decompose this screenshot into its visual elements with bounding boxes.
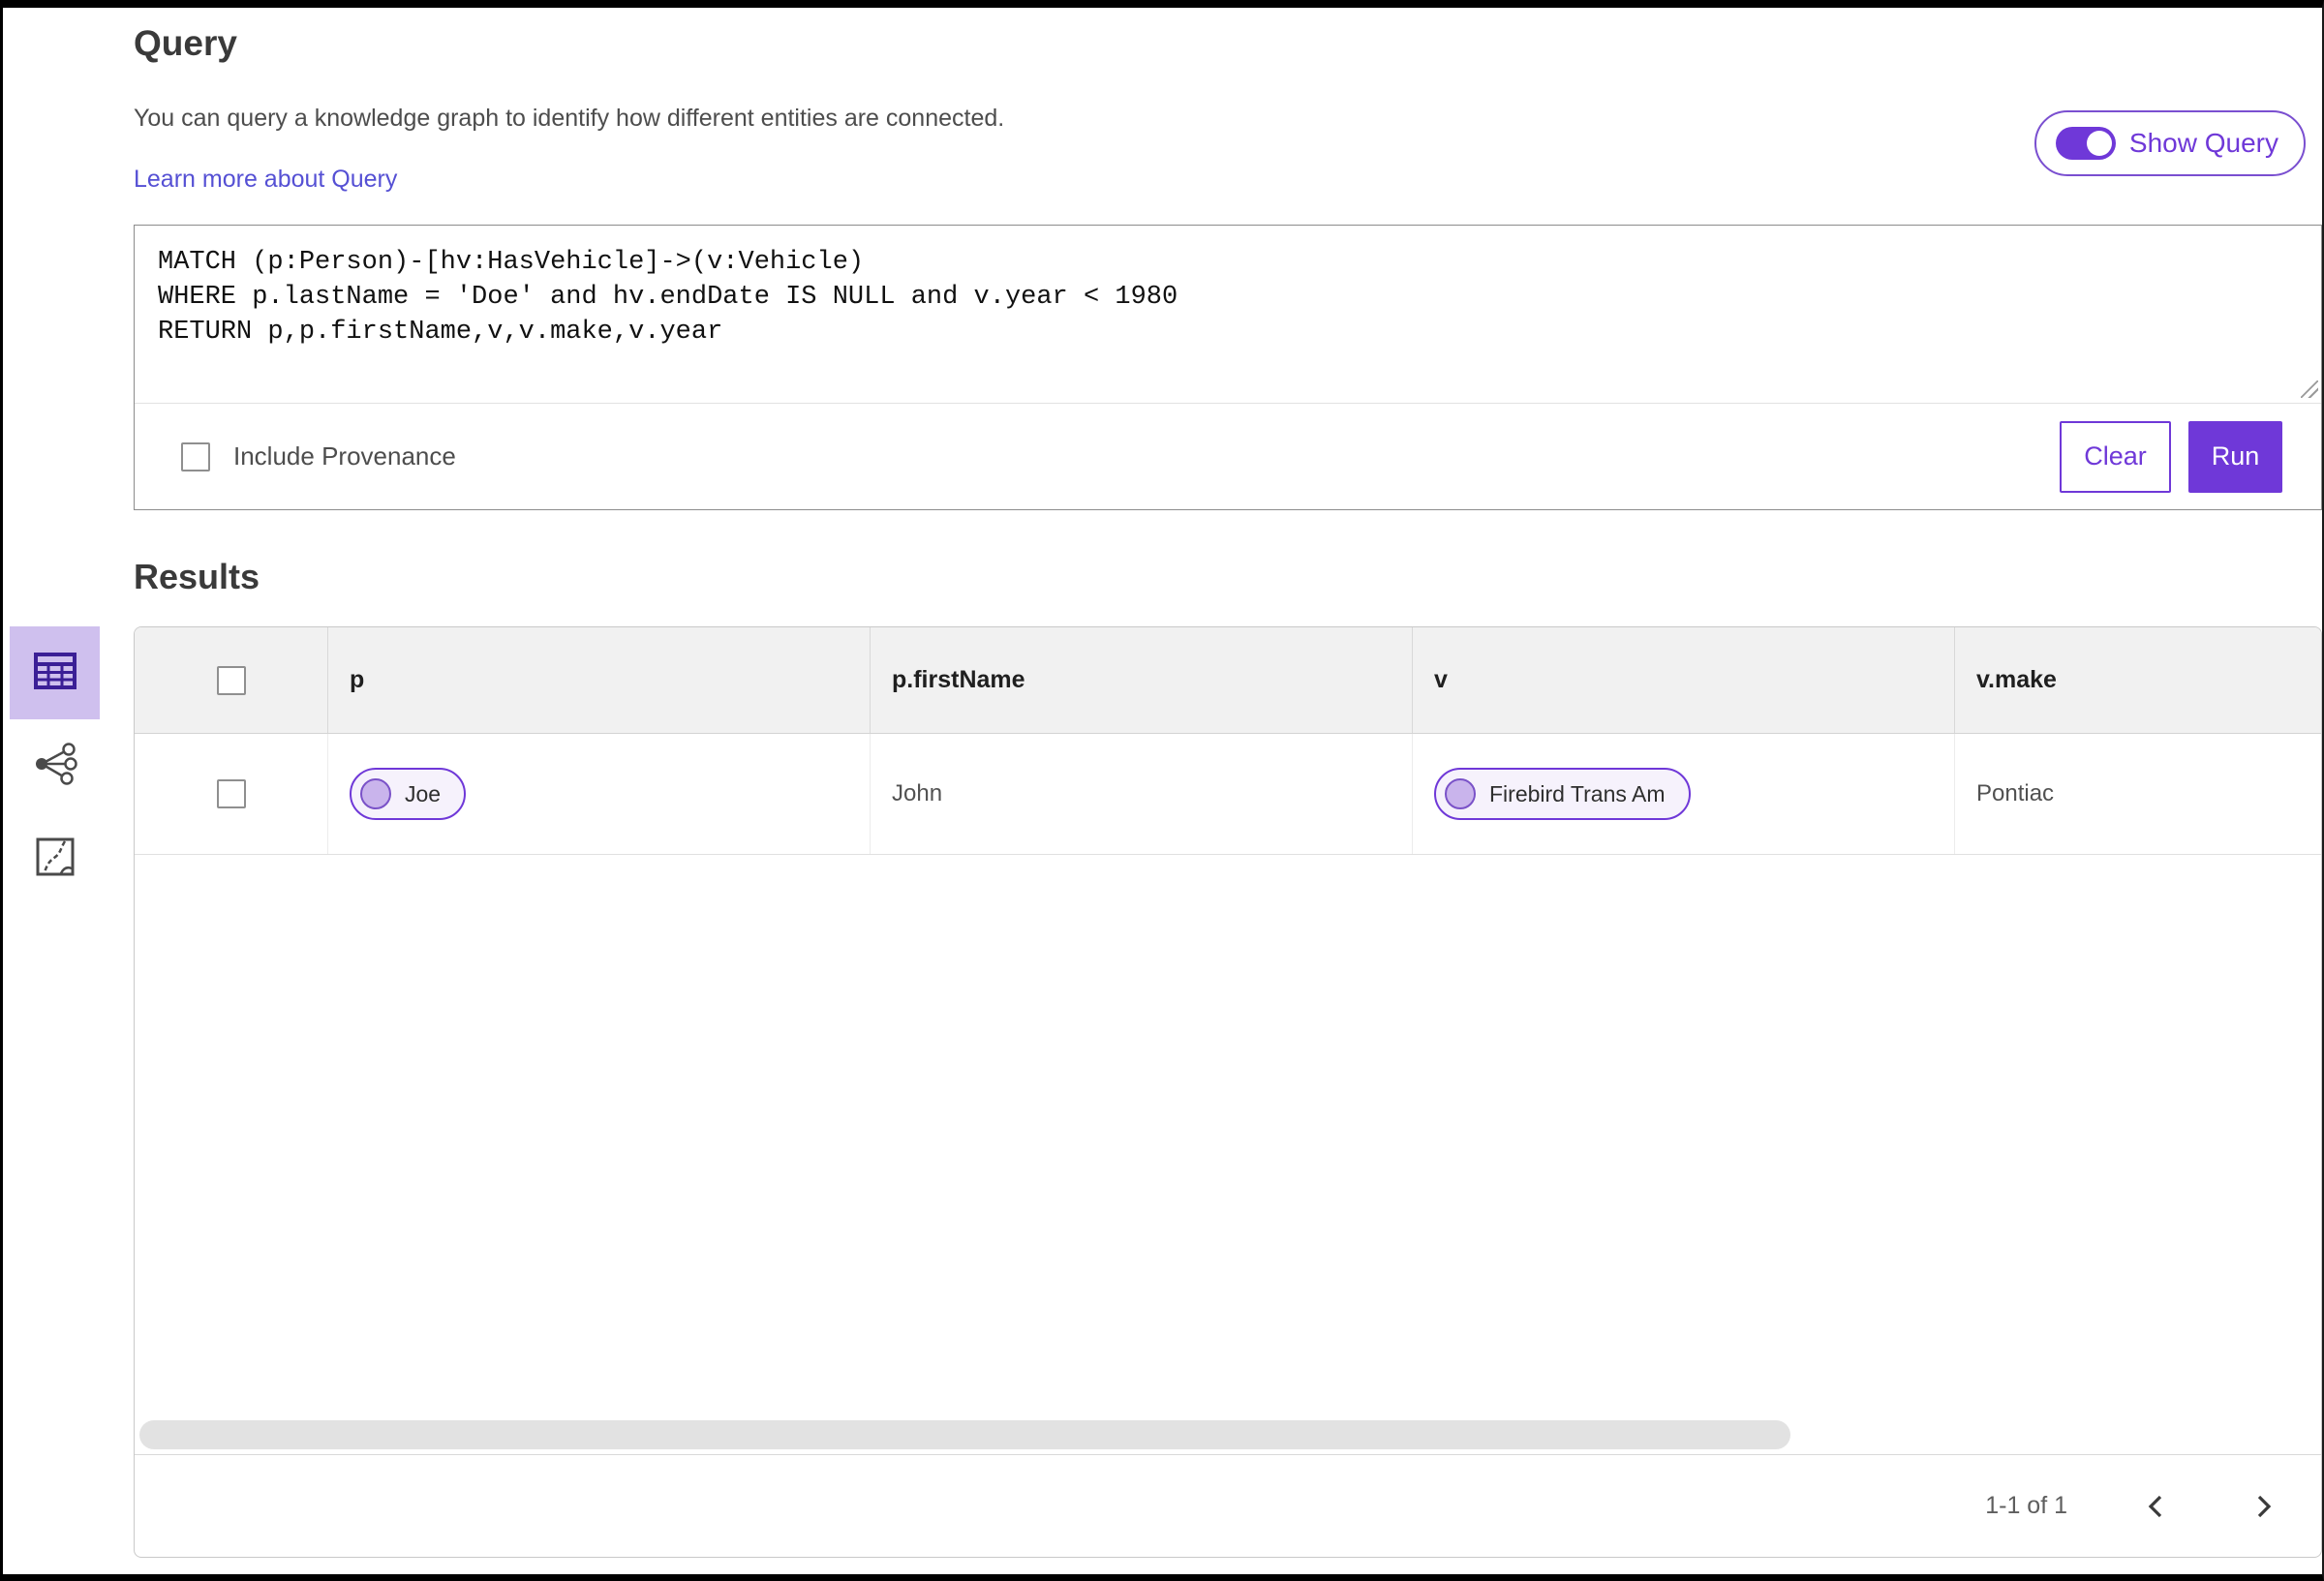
next-page-button[interactable] xyxy=(2246,1489,2280,1524)
pagination-bar: 1-1 of 1 xyxy=(135,1455,2321,1557)
horizontal-scrollbar xyxy=(135,1418,2321,1455)
table-header-row: p p.firstName v v.make xyxy=(135,627,2321,734)
page-title: Query xyxy=(134,23,237,63)
page-description: You can query a knowledge graph to ident… xyxy=(134,105,1005,132)
run-button[interactable]: Run xyxy=(2188,420,2282,493)
entity-pill-vehicle[interactable]: Firebird Trans Am xyxy=(1434,768,1691,820)
cell-make-value: Pontiac xyxy=(1976,780,2055,806)
show-query-toggle[interactable]: Show Query xyxy=(2034,110,2306,176)
query-editor: MATCH (p:Person)-[hv:HasVehicle]->(v:Veh… xyxy=(135,226,2321,403)
query-panel: MATCH (p:Person)-[hv:HasVehicle]->(v:Veh… xyxy=(134,225,2322,510)
table-row: Joe John Firebird Trans Am Pontiac xyxy=(135,734,2321,855)
view-rail xyxy=(3,626,134,1558)
include-provenance-label: Include Provenance xyxy=(233,441,456,471)
include-provenance-checkbox[interactable] xyxy=(181,441,210,471)
entity-pill-label: Joe xyxy=(405,780,442,806)
pagination-range: 1-1 of 1 xyxy=(1985,1492,2067,1519)
network-view-button[interactable] xyxy=(10,719,100,812)
column-header-v[interactable]: v xyxy=(1413,627,1955,733)
row-select-cell xyxy=(135,734,328,854)
column-header-v-make[interactable]: v.make xyxy=(1955,627,2321,733)
cell-p: Joe xyxy=(328,734,871,854)
toggle-switch-icon xyxy=(2055,127,2116,160)
chevron-right-icon xyxy=(2257,1495,2272,1517)
clear-button[interactable]: Clear xyxy=(2060,420,2171,493)
horizontal-scrollbar-thumb[interactable] xyxy=(139,1420,1790,1449)
entity-pill-label: Firebird Trans Am xyxy=(1489,780,1666,806)
select-all-checkbox[interactable] xyxy=(216,665,246,695)
column-header-p[interactable]: p xyxy=(328,627,871,733)
cell-make: Pontiac xyxy=(1955,734,2321,854)
entity-pill-person[interactable]: Joe xyxy=(350,768,467,820)
results-region: p p.firstName v v.make Joe John Firebird… xyxy=(3,626,2322,1558)
previous-page-button[interactable] xyxy=(2139,1489,2174,1524)
query-page: Query You can query a knowledge graph to… xyxy=(0,0,2324,1581)
include-provenance-option[interactable]: Include Provenance xyxy=(181,441,456,471)
network-icon xyxy=(33,742,77,790)
learn-more-link[interactable]: Learn more about Query xyxy=(134,166,397,194)
query-input[interactable]: MATCH (p:Person)-[hv:HasVehicle]->(v:Veh… xyxy=(135,226,2321,403)
entity-avatar-icon xyxy=(1445,778,1476,809)
query-footer: Include Provenance Clear Run xyxy=(135,403,2321,509)
map-view-button[interactable] xyxy=(10,812,100,905)
show-query-label: Show Query xyxy=(2128,128,2278,158)
column-header-p-firstname[interactable]: p.firstName xyxy=(871,627,1413,733)
select-all-cell xyxy=(135,627,328,733)
table-view-button[interactable] xyxy=(10,626,100,719)
toggle-knob xyxy=(2086,131,2112,156)
cell-firstname: John xyxy=(871,734,1413,854)
results-table-card: p p.firstName v v.make Joe John Firebird… xyxy=(134,626,2322,1558)
row-checkbox[interactable] xyxy=(216,779,246,808)
results-title: Results xyxy=(134,557,260,596)
entity-avatar-icon xyxy=(360,778,391,809)
table-icon xyxy=(33,651,77,696)
map-icon xyxy=(35,836,76,882)
cell-firstname-value: John xyxy=(892,780,943,806)
table-empty-area xyxy=(135,855,2321,1418)
cell-v: Firebird Trans Am xyxy=(1413,734,1955,854)
resize-handle-icon[interactable] xyxy=(2301,380,2318,398)
chevron-left-icon xyxy=(2148,1495,2162,1517)
